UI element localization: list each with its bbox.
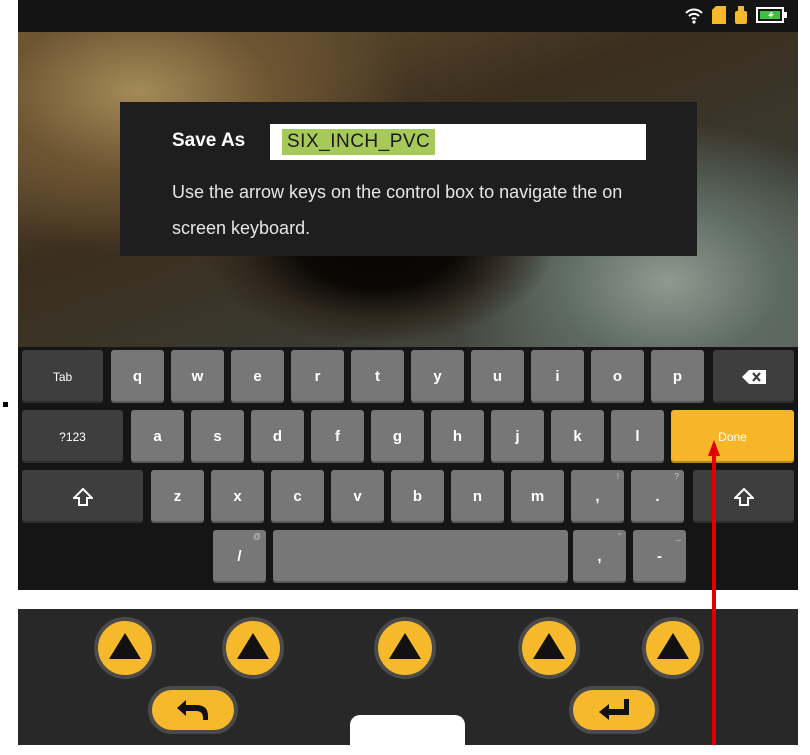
battery-icon	[756, 7, 787, 23]
key-o[interactable]: o	[591, 350, 644, 403]
key-comma-2[interactable]: , "	[573, 530, 626, 583]
key-g[interactable]: g	[371, 410, 424, 463]
up-arrow-icon	[237, 633, 269, 659]
key-l[interactable]: l	[611, 410, 664, 463]
mode-123-key[interactable]: ?123	[22, 410, 123, 463]
done-key[interactable]: Done	[671, 410, 794, 463]
key-dash[interactable]: - _	[633, 530, 686, 583]
key-u[interactable]: u	[471, 350, 524, 403]
status-bar	[18, 0, 798, 32]
up-arrow-icon	[389, 633, 421, 659]
control-button-3[interactable]	[374, 617, 436, 679]
shift-key-left[interactable]	[22, 470, 143, 523]
key-y[interactable]: y	[411, 350, 464, 403]
up-arrow-icon	[657, 633, 689, 659]
key-slash[interactable]: / @	[213, 530, 266, 583]
backspace-icon	[741, 369, 766, 384]
key-c[interactable]: c	[271, 470, 324, 523]
key-t[interactable]: t	[351, 350, 404, 403]
backspace-key[interactable]	[713, 350, 794, 403]
key-n[interactable]: n	[451, 470, 504, 523]
key-slash-label: /	[237, 548, 242, 565]
sd-card-icon	[712, 6, 726, 24]
wifi-icon	[685, 8, 703, 24]
key-i[interactable]: i	[531, 350, 584, 403]
usb-drive-icon	[735, 6, 747, 24]
key-j[interactable]: j	[491, 410, 544, 463]
shift-icon	[733, 487, 754, 506]
key-m[interactable]: m	[511, 470, 564, 523]
back-button[interactable]	[148, 686, 238, 734]
on-screen-keyboard: Tab q w e r t y u i o p ?123 a s d f g h…	[18, 347, 798, 590]
key-z[interactable]: z	[151, 470, 204, 523]
key-d[interactable]: d	[251, 410, 304, 463]
filename-input[interactable]: SIX_INCH_PVC	[270, 124, 646, 160]
up-arrow-icon	[533, 633, 565, 659]
save-as-label: Save As	[172, 130, 246, 151]
key-dash-alt: _	[676, 532, 681, 541]
key-b[interactable]: b	[391, 470, 444, 523]
device-screen: Save As SIX_INCH_PVC Use the arrow keys …	[18, 0, 798, 590]
tab-key[interactable]: Tab	[22, 350, 103, 403]
enter-icon	[599, 699, 629, 720]
key-r[interactable]: r	[291, 350, 344, 403]
key-k[interactable]: k	[551, 410, 604, 463]
enter-button[interactable]	[569, 686, 659, 734]
key-comma-2-alt: "	[618, 532, 621, 541]
control-button-5[interactable]	[642, 617, 704, 679]
key-comma-alt: !	[616, 472, 619, 481]
control-box-notch	[350, 715, 465, 755]
key-a[interactable]: a	[131, 410, 184, 463]
filename-value: SIX_INCH_PVC	[282, 129, 436, 155]
key-slash-alt: @	[252, 532, 261, 541]
instructions-text: Use the arrow keys on the control box to…	[172, 182, 623, 238]
key-e[interactable]: e	[231, 350, 284, 403]
save-as-dialog: Save As SIX_INCH_PVC Use the arrow keys …	[120, 102, 697, 256]
up-arrow-icon	[109, 633, 141, 659]
key-v[interactable]: v	[331, 470, 384, 523]
control-box	[18, 609, 798, 755]
key-comma-label: ,	[595, 488, 600, 505]
key-w[interactable]: w	[171, 350, 224, 403]
key-comma[interactable]: , !	[571, 470, 624, 523]
key-p[interactable]: p	[651, 350, 704, 403]
key-period[interactable]: . ?	[631, 470, 684, 523]
key-x[interactable]: x	[211, 470, 264, 523]
key-h[interactable]: h	[431, 410, 484, 463]
shift-icon	[72, 487, 93, 506]
control-button-1[interactable]	[94, 617, 156, 679]
key-dash-label: -	[657, 548, 662, 565]
key-period-alt: ?	[674, 472, 679, 481]
control-button-4[interactable]	[518, 617, 580, 679]
control-button-2[interactable]	[222, 617, 284, 679]
space-key[interactable]	[273, 530, 568, 583]
key-q[interactable]: q	[111, 350, 164, 403]
back-icon	[177, 700, 208, 720]
margin-dot	[3, 402, 8, 407]
key-comma-2-label: ,	[597, 548, 602, 565]
key-f[interactable]: f	[311, 410, 364, 463]
annotation-arrow	[708, 440, 720, 745]
key-s[interactable]: s	[191, 410, 244, 463]
key-period-label: .	[655, 488, 660, 505]
